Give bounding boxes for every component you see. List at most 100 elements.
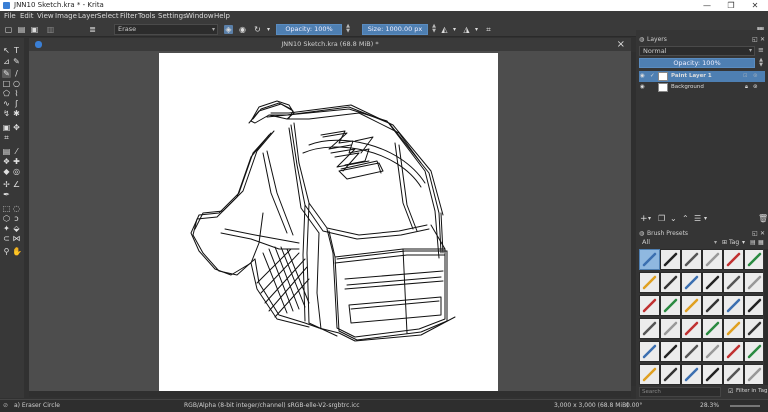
- freehand-select-icon[interactable]: ↄ: [12, 214, 21, 223]
- bezier-select-icon[interactable]: ⊂: [2, 234, 11, 243]
- brush-preset-tile[interactable]: [702, 318, 723, 339]
- magnetic-select-icon[interactable]: ⋈: [12, 234, 21, 243]
- transform-tool-icon[interactable]: ▣: [2, 123, 11, 132]
- layer-blend-mode-select[interactable]: Normal ▾: [639, 46, 755, 56]
- move-layer-up-icon[interactable]: ⌃: [682, 214, 689, 223]
- colorize-mask-icon[interactable]: ❖: [2, 157, 11, 166]
- layer-properties-icon[interactable]: ≡: [758, 46, 764, 54]
- brush-preset-tile[interactable]: [744, 341, 763, 362]
- brush-preset-tile[interactable]: [723, 318, 744, 339]
- multibrush-icon[interactable]: ✱: [12, 109, 21, 118]
- minimize-button[interactable]: —: [696, 0, 718, 11]
- line-tool-icon[interactable]: /: [12, 69, 21, 78]
- size-slider[interactable]: Size: 1000.00 px: [362, 24, 428, 35]
- close-document-icon[interactable]: ×: [617, 38, 625, 51]
- brush-preset-tile[interactable]: [702, 364, 723, 385]
- preserve-alpha-icon[interactable]: ◉: [238, 25, 247, 34]
- brush-preset-tile[interactable]: [744, 272, 763, 293]
- menu-help[interactable]: Help: [214, 12, 230, 20]
- polygon-tool-icon[interactable]: ⬠: [2, 89, 11, 98]
- brush-preset-tile[interactable]: [639, 341, 660, 362]
- eye-icon[interactable]: ◉: [640, 71, 645, 82]
- menu-image[interactable]: Image: [55, 12, 77, 20]
- brush-preset-tile[interactable]: [660, 272, 681, 293]
- alpha-lock-icon[interactable]: ⊛: [753, 71, 758, 82]
- bezier-tool-icon[interactable]: ∿: [2, 99, 11, 108]
- menu-tools[interactable]: Tools: [138, 12, 155, 20]
- brush-preset-tile[interactable]: [681, 341, 702, 362]
- fill-tool-icon[interactable]: ◆: [2, 167, 11, 176]
- elliptical-select-icon[interactable]: ◌: [12, 204, 21, 213]
- menu-edit[interactable]: Edit: [20, 12, 34, 20]
- brush-preset-tile[interactable]: [702, 341, 723, 362]
- close-window-button[interactable]: ✕: [744, 0, 766, 11]
- brush-preset-tile[interactable]: [660, 318, 681, 339]
- ellipse-tool-icon[interactable]: ○: [12, 79, 21, 88]
- horizontal-scrollbar[interactable]: [29, 391, 631, 397]
- brush-preset-tile[interactable]: [702, 272, 723, 293]
- float-docker-icon[interactable]: ◱: [752, 229, 758, 238]
- brush-preset-tile[interactable]: [660, 295, 681, 316]
- brush-preset-tile[interactable]: [723, 295, 744, 316]
- crop-tool-icon[interactable]: ⌗: [2, 133, 11, 142]
- enclose-fill-icon[interactable]: ◎: [12, 167, 21, 176]
- polyline-tool-icon[interactable]: ⌇: [12, 89, 21, 98]
- brush-preset-tile[interactable]: [660, 341, 681, 362]
- close-docker-icon[interactable]: ✕: [760, 229, 765, 238]
- opacity-spin-buttons[interactable]: ▲ ▼: [344, 24, 352, 35]
- brush-preset-tile[interactable]: [639, 249, 660, 270]
- alpha-lock-icon[interactable]: ⊛: [753, 82, 758, 93]
- delete-layer-icon[interactable]: 🗑︎: [758, 214, 768, 223]
- mirror-vertical-icon[interactable]: ◮: [462, 25, 471, 34]
- freehand-path-icon[interactable]: ʃ: [12, 99, 21, 108]
- reload-dropdown-icon[interactable]: ▾: [264, 25, 273, 34]
- similar-select-icon[interactable]: ⬙: [12, 224, 21, 233]
- brush-preset-tile[interactable]: [681, 295, 702, 316]
- menu-filter[interactable]: Filter: [120, 12, 137, 20]
- layer-opacity-slider[interactable]: Opacity: 100%: [639, 58, 755, 68]
- gradient-swatch-icon[interactable]: ▥: [46, 25, 55, 34]
- color-picker-icon[interactable]: ⁄: [12, 147, 21, 156]
- reload-preset-icon[interactable]: ↻: [253, 25, 262, 34]
- new-document-icon[interactable]: ▢: [4, 25, 13, 34]
- opacity-slider[interactable]: Opacity: 100%: [276, 24, 342, 35]
- brush-preset-tile[interactable]: [744, 318, 763, 339]
- rectangular-select-icon[interactable]: ⬚: [2, 204, 11, 213]
- brush-preset-tile[interactable]: [660, 249, 681, 270]
- add-layer-icon[interactable]: +: [640, 214, 648, 224]
- add-layer-dropdown-icon[interactable]: ▾: [648, 215, 651, 222]
- assistant-tool-icon[interactable]: ✢: [2, 180, 11, 189]
- save-document-icon[interactable]: ▣: [30, 25, 39, 34]
- smart-patch-icon[interactable]: ✚: [12, 157, 21, 166]
- gradient-tool-icon[interactable]: ▤: [2, 147, 11, 156]
- edit-shapes-icon[interactable]: ⊿: [2, 57, 11, 66]
- canvas-paper[interactable]: [159, 53, 498, 391]
- tag-dropdown-icon[interactable]: ▾: [742, 239, 745, 246]
- view-mode-icon[interactable]: ▤: [750, 239, 756, 246]
- brush-filter-select[interactable]: All ▾: [639, 239, 719, 248]
- open-document-icon[interactable]: ▤: [17, 25, 26, 34]
- grid-view-icon[interactable]: ▦: [758, 239, 764, 246]
- brush-preset-tile[interactable]: [702, 249, 723, 270]
- brush-preset-tile[interactable]: [723, 364, 744, 385]
- brush-preset-tile[interactable]: [681, 249, 702, 270]
- brush-preset-tile[interactable]: [639, 272, 660, 293]
- close-docker-icon[interactable]: ✕: [760, 35, 765, 44]
- menu-settings[interactable]: Settings: [158, 12, 187, 20]
- mirror-vertical-dropdown-icon[interactable]: ▾: [472, 25, 481, 34]
- eraser-mode-icon[interactable]: ◈: [224, 25, 233, 34]
- brush-preset-tile[interactable]: [723, 249, 744, 270]
- brush-preset-tile[interactable]: [744, 364, 763, 385]
- tag-label[interactable]: Tag: [729, 239, 739, 246]
- mirror-horizontal-dropdown-icon[interactable]: ▾: [450, 25, 459, 34]
- reference-images-icon[interactable]: ✒: [2, 190, 11, 199]
- move-tool-icon[interactable]: ✥: [12, 123, 21, 132]
- duplicate-layer-icon[interactable]: ❐: [658, 214, 665, 223]
- checkmark-icon[interactable]: ☑: [728, 388, 733, 395]
- maximize-button[interactable]: ❐: [720, 0, 742, 11]
- move-layer-down-icon[interactable]: ⌄: [670, 214, 677, 223]
- brush-preset-tile[interactable]: [744, 295, 763, 316]
- lock-icon[interactable]: ⊡: [743, 71, 748, 82]
- zoom-slider[interactable]: [730, 405, 760, 407]
- pan-tool-icon[interactable]: ✋: [12, 247, 22, 256]
